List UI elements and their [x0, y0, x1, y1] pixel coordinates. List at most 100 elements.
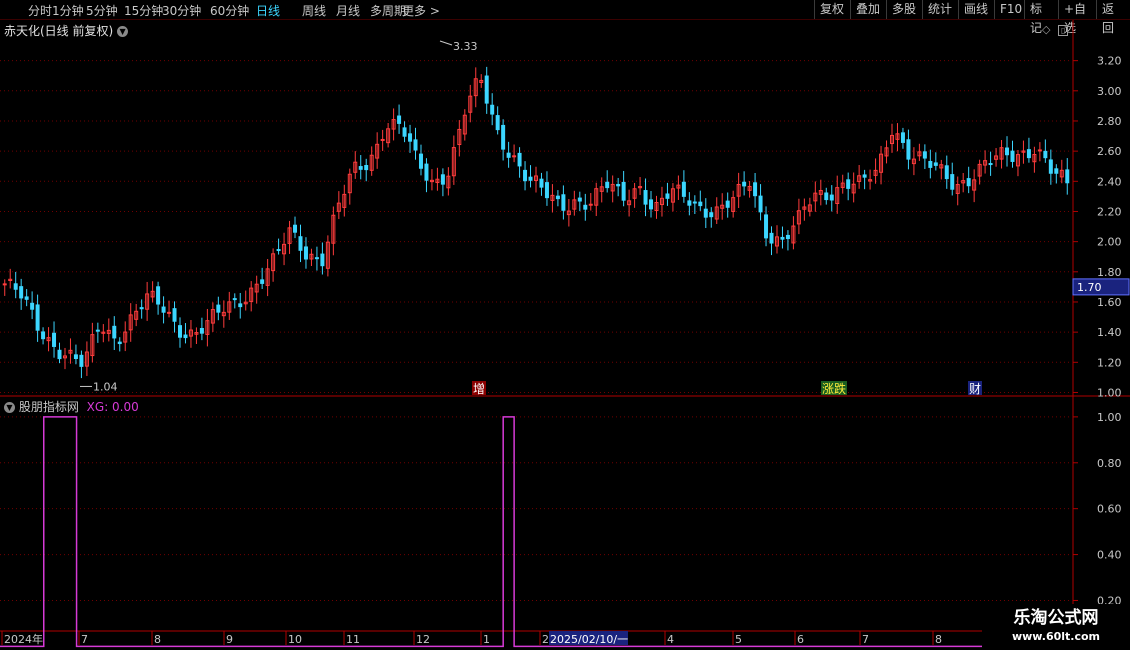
y-tick-label: 1.20: [1097, 356, 1122, 369]
candle: [397, 115, 402, 124]
candle: [95, 329, 100, 332]
candle: [944, 165, 949, 180]
candle: [303, 246, 308, 260]
candle: [57, 349, 62, 360]
event-marker: 涨跌: [822, 381, 846, 396]
candle: [966, 178, 971, 187]
y-tick-label: 1.40: [1097, 326, 1122, 339]
candle: [846, 179, 851, 189]
candle: [643, 190, 648, 205]
cursor-date-label: 2025/02/10/一: [550, 633, 628, 646]
candle: [1037, 149, 1042, 152]
watermark-url: www.60lt.com: [1011, 630, 1101, 643]
candle: [216, 304, 221, 313]
x-tick-label: 8: [935, 633, 942, 646]
candle: [906, 139, 911, 160]
candle: [988, 163, 993, 166]
candle: [769, 232, 774, 244]
candle: [785, 234, 790, 240]
candle: [605, 181, 610, 189]
y-tick-label: 3.20: [1097, 55, 1122, 68]
candle: [824, 192, 829, 201]
indicator-y-tick-label: 0.80: [1097, 457, 1122, 470]
candle: [1048, 159, 1053, 174]
candle: [276, 249, 281, 252]
indicator-y-tick-label: 1.00: [1097, 411, 1122, 424]
candle: [156, 286, 161, 305]
candle: [2, 283, 7, 286]
x-tick-label: 12: [416, 633, 430, 646]
candle: [440, 174, 445, 185]
x-tick-label: 4: [667, 633, 674, 646]
candle: [172, 308, 177, 322]
candle: [725, 200, 730, 208]
candle: [1005, 147, 1010, 156]
candle: [523, 169, 528, 182]
candle: [52, 332, 57, 347]
candle: [167, 311, 172, 314]
candle: [512, 155, 517, 158]
xg-indicator-line: [0, 416, 1072, 648]
candle: [199, 327, 204, 334]
x-tick-label: 9: [226, 633, 233, 646]
x-tick-label: 7: [81, 633, 88, 646]
candle: [232, 298, 237, 301]
candle: [1010, 150, 1015, 162]
candle: [583, 204, 588, 210]
candle: [742, 181, 747, 187]
y-tick-label: 2.00: [1097, 236, 1122, 249]
candle: [293, 224, 298, 233]
candle: [829, 194, 834, 201]
candle: [320, 253, 325, 267]
candle: [1026, 149, 1031, 159]
candle: [922, 151, 927, 159]
candle: [588, 203, 593, 206]
candle: [780, 236, 785, 240]
candle: [495, 115, 500, 131]
candle: [178, 325, 182, 338]
candle: [1065, 169, 1070, 184]
candle: [687, 200, 692, 206]
candle: [501, 124, 506, 150]
candle: [41, 331, 46, 340]
candle: [1043, 150, 1048, 159]
watermark: 乐淘公式网 www.60lt.com: [982, 604, 1130, 650]
candle: [665, 193, 670, 199]
candle: [380, 138, 385, 141]
x-tick-label: 2: [542, 633, 549, 646]
y-tick-label: 2.60: [1097, 145, 1122, 158]
candle: [73, 354, 78, 360]
x-tick-label: 7: [862, 633, 869, 646]
candle: [649, 199, 654, 210]
candle: [950, 174, 955, 190]
candle: [900, 132, 905, 143]
candle: [364, 165, 369, 171]
x-tick-label: 1: [483, 633, 490, 646]
y-tick-label: 1.60: [1097, 296, 1122, 309]
candle: [314, 257, 319, 260]
indicator-y-tick-label: 0.40: [1097, 549, 1122, 562]
chart-canvas: 1.00 1.20 1.40 1.60 1.80 2.00 2.20 2.40 2.60 2.80…: [0, 20, 1130, 650]
candle: [621, 181, 626, 201]
candle: [933, 162, 938, 166]
candle: [692, 201, 697, 204]
indicator-y-tick-label: 0.60: [1097, 503, 1122, 516]
candle: [1054, 168, 1059, 174]
candle: [238, 303, 243, 308]
candle: [402, 127, 407, 137]
candle: [30, 302, 35, 310]
candle: [484, 75, 489, 104]
candle: [561, 194, 566, 211]
x-tick-label: 11: [346, 633, 360, 646]
candle: [139, 307, 144, 310]
candle: [424, 163, 429, 181]
candle: [161, 306, 166, 313]
y-tick-label: 2.80: [1097, 115, 1122, 128]
candle: [260, 279, 265, 284]
candle: [862, 174, 867, 178]
price-marker-label: 1.70: [1077, 281, 1102, 294]
candle: [358, 166, 363, 170]
y-tick-label: 1.00: [1097, 386, 1122, 399]
candle: [528, 176, 533, 181]
candle: [13, 283, 18, 290]
